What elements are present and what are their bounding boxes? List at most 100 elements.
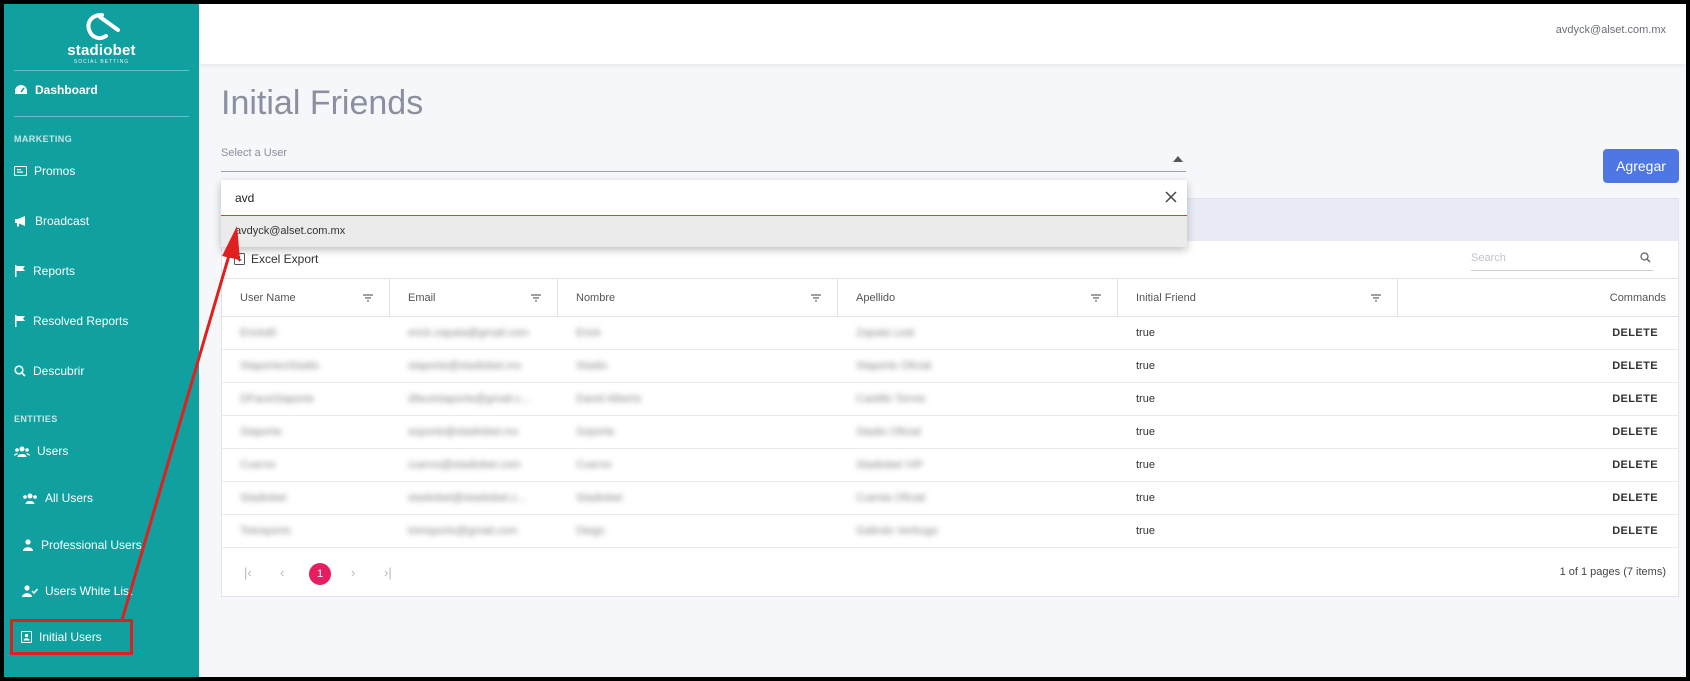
sidebar: stadiobet SOCIAL BETTING Dashboard MARKE… bbox=[4, 4, 199, 677]
cell-nombre: Stadio bbox=[576, 360, 608, 372]
next-page-icon[interactable]: › bbox=[351, 565, 355, 580]
section-label-marketing: MARKETING bbox=[14, 134, 73, 144]
pager-info: 1 of 1 pages (7 items) bbox=[1559, 566, 1666, 578]
table-row[interactable]: StaporteoStadio staporte@stadiobet.mx Stad… bbox=[222, 350, 1678, 383]
close-icon[interactable] bbox=[1165, 191, 1177, 203]
column-header-label: Initial Friend bbox=[1136, 292, 1196, 304]
sidebar-item-users[interactable]: Users bbox=[14, 444, 68, 458]
table-row[interactable]: Staporte soporte@stadiobet.mx Soporte Stadi… bbox=[222, 416, 1678, 449]
ticket-icon bbox=[14, 166, 27, 176]
current-user-email[interactable]: avdyck@alset.com.mx bbox=[1556, 24, 1666, 36]
cell-username: Cuervo bbox=[240, 459, 276, 471]
dropdown-option[interactable]: avdyck@alset.com.mx bbox=[221, 216, 1187, 247]
filter-icon[interactable] bbox=[1091, 294, 1101, 302]
brand-name: stadiobet bbox=[67, 42, 136, 59]
cell-initial-friend: true bbox=[1136, 327, 1155, 339]
users-icon bbox=[14, 446, 30, 457]
sidebar-item-users-white-list[interactable]: Users White List bbox=[22, 584, 132, 598]
column-header-email[interactable]: Email bbox=[390, 279, 558, 317]
cell-initial-friend: true bbox=[1136, 492, 1155, 504]
cell-username: Stadiobet bbox=[240, 492, 287, 504]
grid-search[interactable] bbox=[1471, 247, 1653, 271]
brand-logo[interactable]: stadiobet SOCIAL BETTING bbox=[4, 12, 199, 65]
dropdown-search-input[interactable] bbox=[235, 187, 1115, 209]
column-header-label: Commands bbox=[1609, 292, 1666, 304]
cell-initial-friend: true bbox=[1136, 459, 1155, 471]
filter-icon[interactable] bbox=[363, 294, 373, 302]
sidebar-item-reports[interactable]: Reports bbox=[14, 264, 75, 278]
filter-icon[interactable] bbox=[811, 294, 821, 302]
user-select-dropdown: avdyck@alset.com.mx bbox=[221, 180, 1187, 247]
cell-email: soporte@stadiobet.mx bbox=[408, 426, 519, 438]
user-select-label[interactable]: Select a User bbox=[221, 147, 287, 159]
sidebar-item-broadcast[interactable]: Broadcast bbox=[14, 214, 89, 228]
cell-email: totosports@gmail.com bbox=[408, 525, 518, 537]
sidebar-item-label: Users bbox=[37, 444, 69, 458]
table-row[interactable]: DFaceStaporte dfacestaporte@gmail.c... Dav… bbox=[222, 383, 1678, 416]
user-check-icon bbox=[22, 585, 38, 597]
filter-icon[interactable] bbox=[1371, 294, 1381, 302]
sidebar-item-label: Users White List bbox=[45, 584, 133, 598]
sidebar-item-resolved-reports[interactable]: Resolved Reports bbox=[14, 314, 128, 328]
grid-search-input[interactable] bbox=[1471, 247, 1631, 269]
delete-button[interactable]: DELETE bbox=[1612, 482, 1658, 515]
dropdown-search[interactable] bbox=[221, 180, 1187, 216]
contact-card-icon bbox=[21, 631, 32, 643]
column-header-username[interactable]: User Name bbox=[222, 279, 390, 317]
sidebar-item-promos[interactable]: Promos bbox=[14, 164, 75, 178]
prev-page-icon[interactable]: ‹ bbox=[280, 565, 284, 580]
filter-icon[interactable] bbox=[531, 294, 541, 302]
column-header-label: Nombre bbox=[576, 292, 616, 304]
sidebar-item-label: Initial Users bbox=[39, 630, 102, 644]
page-number-current[interactable]: 1 bbox=[309, 563, 331, 585]
sidebar-item-descubrir[interactable]: Descubrir bbox=[14, 364, 84, 378]
sidebar-item-label: All Users bbox=[45, 491, 94, 505]
table-row[interactable]: Stadiobet stadiobet@stadiobet.c... Stadiob… bbox=[222, 482, 1678, 515]
delete-button[interactable]: DELETE bbox=[1612, 350, 1658, 383]
top-header: avdyck@alset.com.mx bbox=[199, 4, 1686, 64]
cell-apellido: Zapata Leal bbox=[856, 327, 915, 339]
delete-button[interactable]: DELETE bbox=[1612, 416, 1658, 449]
column-header-initial-friend[interactable]: Initial Friend bbox=[1118, 279, 1398, 317]
delete-button[interactable]: DELETE bbox=[1612, 449, 1658, 482]
delete-button[interactable]: DELETE bbox=[1612, 383, 1658, 416]
sidebar-item-professional-users[interactable]: Professional Users bbox=[22, 538, 142, 552]
delete-button[interactable]: DELETE bbox=[1612, 317, 1658, 350]
column-header-nombre[interactable]: Nombre bbox=[558, 279, 838, 317]
table-header: User Name Email Nombre Apellido Initial … bbox=[222, 279, 1678, 317]
table-row[interactable]: Totosports totosports@gmail.com Diego Galin… bbox=[222, 515, 1678, 548]
column-header-apellido[interactable]: Apellido bbox=[838, 279, 1118, 317]
page-title: Initial Friends bbox=[221, 84, 424, 122]
cell-username: Erickd0 bbox=[240, 327, 277, 339]
cell-apellido: Cuenta Oficial bbox=[856, 492, 926, 504]
column-header-label: Apellido bbox=[856, 292, 896, 304]
cell-initial-friend: true bbox=[1136, 360, 1155, 372]
cell-username: DFaceStaporte bbox=[240, 393, 314, 405]
cell-username: Staporte bbox=[240, 426, 282, 438]
megaphone-icon bbox=[15, 216, 25, 227]
sidebar-item-label: Descubrir bbox=[33, 364, 85, 378]
add-button[interactable]: Agregar bbox=[1603, 149, 1679, 183]
user-select-underline[interactable] bbox=[221, 171, 1186, 172]
sidebar-item-label: Reports bbox=[33, 264, 76, 278]
last-page-icon[interactable]: ›| bbox=[384, 565, 392, 580]
brand-tagline: SOCIAL BETTING bbox=[73, 59, 130, 65]
sidebar-item-dashboard[interactable]: Dashboard bbox=[14, 83, 98, 97]
cell-initial-friend: true bbox=[1136, 393, 1155, 405]
users-icon bbox=[23, 493, 37, 504]
caret-up-icon[interactable] bbox=[1173, 156, 1183, 162]
table-row[interactable]: Cuervo cuervo@stadiobet.com Cuervo Stadiobe… bbox=[222, 449, 1678, 482]
excel-export-label: Excel Export bbox=[251, 252, 319, 266]
cell-email: cuervo@stadiobet.com bbox=[408, 459, 521, 471]
section-label-entities: ENTITIES bbox=[14, 414, 58, 424]
delete-button[interactable]: DELETE bbox=[1612, 515, 1658, 548]
sidebar-item-initial-users[interactable]: Initial Users bbox=[10, 619, 133, 655]
sidebar-item-all-users[interactable]: All Users bbox=[22, 491, 93, 505]
sidebar-item-label: Resolved Reports bbox=[33, 314, 129, 328]
pager: |‹ ‹ 1 › ›| 1 of 1 pages (7 items) bbox=[222, 551, 1678, 597]
excel-export-button[interactable]: Excel Export bbox=[234, 252, 318, 266]
sidebar-divider bbox=[14, 70, 189, 71]
first-page-icon[interactable]: |‹ bbox=[244, 565, 252, 580]
sidebar-item-label: Promos bbox=[34, 164, 76, 178]
table-row[interactable]: Erickd0 erick.zapata@gmail.com Erick Zapata… bbox=[222, 317, 1678, 350]
